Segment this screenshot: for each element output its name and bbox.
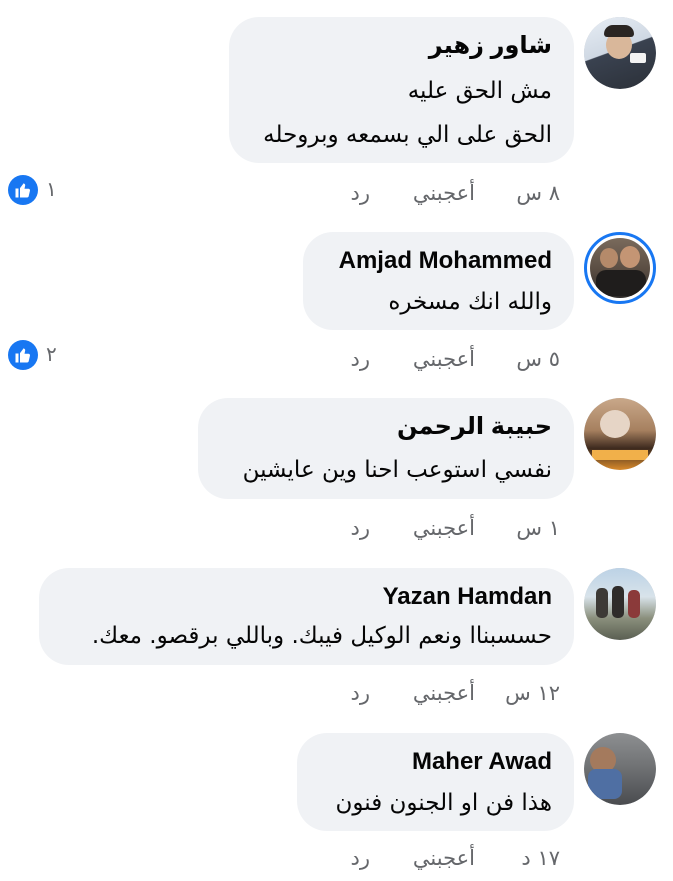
reaction-count: ٢	[46, 342, 57, 366]
reply-link[interactable]: رد	[351, 846, 371, 870]
avatar-photo	[584, 17, 656, 89]
comment-meta: ١٧ د أعجبني رد	[330, 846, 561, 876]
avatar-photo	[590, 238, 650, 298]
comment-bubble: Amjad Mohammed والله انك مسخره	[303, 232, 574, 330]
comment-timestamp[interactable]: ١ س	[516, 516, 560, 540]
comment-text-line: مش الحق عليه	[407, 78, 552, 104]
like-link[interactable]: أعجبني	[413, 181, 475, 205]
comment-timestamp[interactable]: ٥ س	[516, 347, 560, 371]
avatar[interactable]	[584, 17, 656, 89]
comment-bubble: Maher Awad هذا فن او الجنون فنون	[297, 733, 574, 831]
avatar[interactable]	[584, 568, 656, 640]
reply-link[interactable]: رد	[351, 181, 371, 205]
comment-meta: ١٢ س أعجبني رد	[330, 681, 561, 711]
comment-text-line: الحق على الي بسمعه وبروحله	[263, 122, 552, 148]
avatar-photo	[584, 733, 656, 805]
comment-author[interactable]: شاور زهير	[251, 31, 552, 61]
comment-meta: ١ س أعجبني رد	[330, 516, 561, 546]
avatar[interactable]	[584, 398, 656, 470]
comment-author[interactable]: Maher Awad	[319, 747, 552, 777]
comment-bubble: شاور زهير مش الحق عليه الحق على الي بسمع…	[229, 17, 574, 163]
comment-author[interactable]: حبيبة الرحمن	[220, 412, 552, 442]
like-link[interactable]: أعجبني	[413, 846, 475, 870]
comment-text-line: نفسي استوعب احنا وين عايشين	[242, 457, 552, 483]
reaction-summary[interactable]: ٢	[8, 340, 78, 372]
comment-author[interactable]: Amjad Mohammed	[325, 246, 552, 276]
comment-bubble: حبيبة الرحمن نفسي استوعب احنا وين عايشين	[198, 398, 574, 499]
avatar-photo	[584, 398, 656, 470]
reply-link[interactable]: رد	[351, 516, 371, 540]
comment-text-line: حسسبناا ونعم الوكيل فيبك. وباللي برقصو. …	[91, 623, 552, 649]
like-thumb-icon	[8, 175, 38, 205]
comment-timestamp[interactable]: ١٢ س	[505, 681, 560, 705]
avatar[interactable]	[584, 733, 656, 805]
avatar[interactable]	[584, 232, 656, 304]
reaction-summary[interactable]: ١	[8, 175, 78, 207]
comment-timestamp[interactable]: ١٧ د	[521, 846, 560, 870]
avatar-photo	[584, 568, 656, 640]
comment-text-line: هذا فن او الجنون فنون	[335, 790, 552, 816]
comment-meta: ٥ س أعجبني رد	[330, 347, 561, 377]
comment-bubble: Yazan Hamdan حسسبناا ونعم الوكيل فيبك. و…	[39, 568, 574, 665]
reaction-count: ١	[46, 177, 57, 201]
like-link[interactable]: أعجبني	[413, 516, 475, 540]
comment-text-line: والله انك مسخره	[388, 289, 552, 315]
reply-link[interactable]: رد	[351, 347, 371, 371]
like-link[interactable]: أعجبني	[413, 681, 475, 705]
comment-meta: ٨ س أعجبني رد	[330, 181, 561, 211]
comment-timestamp[interactable]: ٨ س	[516, 181, 560, 205]
like-thumb-icon	[8, 340, 38, 370]
like-link[interactable]: أعجبني	[413, 347, 475, 371]
reply-link[interactable]: رد	[351, 681, 371, 705]
comment-author[interactable]: Yazan Hamdan	[61, 582, 552, 612]
